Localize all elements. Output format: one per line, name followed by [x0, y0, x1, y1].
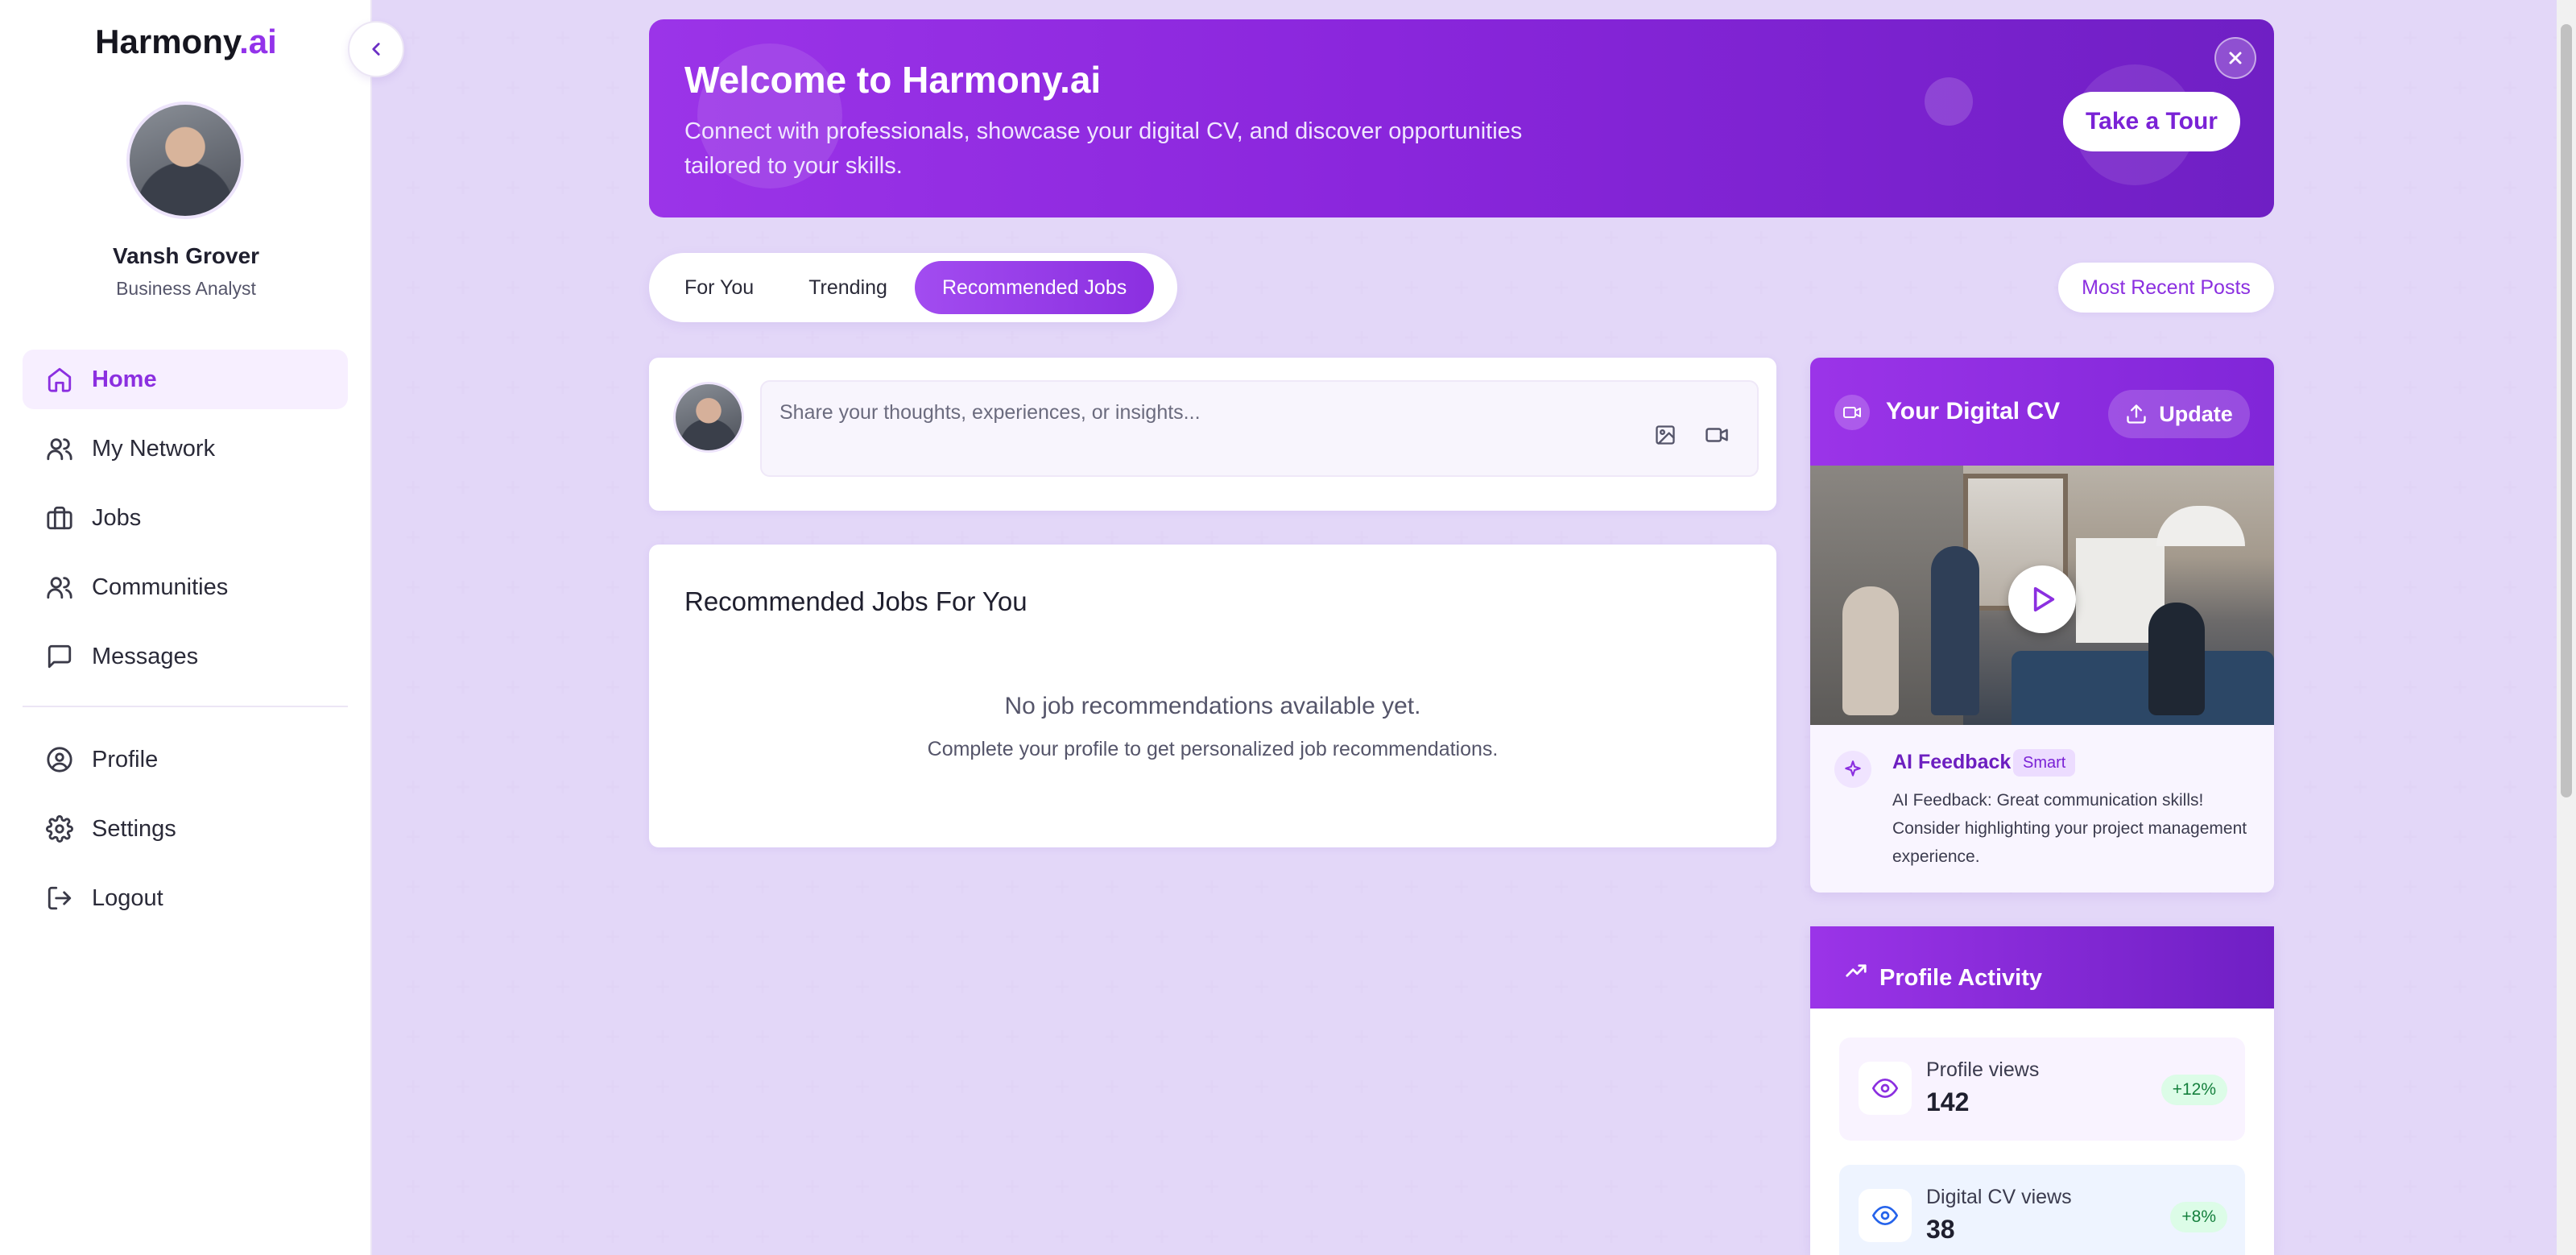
home-icon	[45, 365, 74, 394]
nav-item-jobs[interactable]: Jobs	[23, 488, 348, 548]
nav-label: Jobs	[92, 504, 142, 531]
user-role: Business Analyst	[116, 278, 256, 299]
digital-cv-header: Your Digital CV Update	[1810, 358, 2274, 466]
nav-item-settings[interactable]: Settings	[23, 799, 348, 859]
eye-icon	[1859, 1189, 1912, 1242]
post-input-placeholder: Share your thoughts, experiences, or ins…	[779, 401, 1201, 424]
digital-cv-title: Your Digital CV	[1886, 398, 2061, 425]
sparkles-icon	[1834, 751, 1871, 788]
photo-part	[2156, 506, 2245, 546]
stat-value: 38	[1926, 1215, 1955, 1244]
tab-recommended-jobs[interactable]: Recommended Jobs	[914, 261, 1155, 314]
nav-item-profile[interactable]: Profile	[23, 730, 348, 789]
nav-item-home[interactable]: Home	[23, 350, 348, 409]
update-cv-button[interactable]: Update	[2108, 390, 2250, 438]
profile-activity-title: Profile Activity	[1879, 965, 2042, 991]
photo-part	[2012, 651, 2274, 725]
photo-part	[1842, 586, 1899, 715]
ai-feedback-text: AI Feedback: Great communication skills!…	[1892, 791, 2247, 866]
photo-part	[2148, 603, 2205, 715]
nav-label: Profile	[92, 746, 159, 772]
briefcase-icon	[45, 503, 74, 532]
jobs-empty-message: No job recommendations available yet.	[1004, 693, 1421, 719]
nav-item-logout[interactable]: Logout	[23, 868, 348, 928]
nav-label: Messages	[92, 643, 199, 669]
video-icon[interactable]	[1702, 420, 1731, 449]
gear-icon	[45, 814, 74, 843]
users-icon	[45, 434, 74, 463]
nav-item-messages[interactable]: Messages	[23, 627, 348, 686]
photo-part	[1931, 546, 1979, 715]
users-icon	[45, 573, 74, 602]
profile-activity-card: Profile Activity Profile views 142 +12% …	[1810, 926, 2274, 1255]
nav-label: Logout	[92, 884, 163, 911]
take-a-tour-button[interactable]: Take a Tour	[2063, 92, 2240, 151]
app-logo[interactable]: Harmony.ai	[0, 23, 372, 61]
close-icon	[2229, 52, 2242, 64]
post-input[interactable]: Share your thoughts, experiences, or ins…	[760, 380, 1759, 477]
logo-main: Harmony	[95, 23, 240, 60]
stat-change-badge: +12%	[2160, 1075, 2227, 1105]
welcome-banner: Welcome to Harmony.ai Connect with profe…	[649, 19, 2274, 217]
image-icon[interactable]	[1651, 420, 1680, 449]
stat-profile-views: Profile views 142 +12%	[1839, 1038, 2245, 1141]
upload-icon	[2125, 403, 2148, 425]
main-nav: Home My Network Jobs Communities Message…	[23, 350, 348, 938]
digital-cv-card: Your Digital CV Update AI Feedback Smart…	[1810, 358, 2274, 893]
user-circle-icon	[45, 745, 74, 774]
post-composer: Share your thoughts, experiences, or ins…	[649, 358, 1776, 511]
play-icon	[2033, 586, 2055, 612]
smart-badge: Smart	[2013, 749, 2076, 777]
stat-digital-cv-views: Digital CV views 38 +8%	[1839, 1165, 2245, 1255]
nav-label: Settings	[92, 815, 176, 842]
tab-for-you[interactable]: For You	[657, 261, 781, 314]
sidebar: Harmony.ai Vansh Grover Business Analyst…	[0, 0, 372, 1255]
message-icon	[45, 642, 74, 671]
nav-label: My Network	[92, 435, 216, 462]
cv-video-thumbnail[interactable]	[1810, 466, 2274, 725]
banner-subtitle: Connect with professionals, showcase you…	[684, 118, 1523, 179]
tab-trending[interactable]: Trending	[781, 261, 915, 314]
nav-label: Home	[92, 366, 157, 392]
ai-feedback-title: AI Feedback	[1892, 751, 2012, 773]
user-name: Vansh Grover	[112, 243, 260, 268]
recommended-jobs-card: Recommended Jobs For You No job recommen…	[649, 545, 1776, 847]
close-banner-button[interactable]	[2214, 37, 2256, 79]
nav-divider	[23, 706, 348, 707]
nav-label: Communities	[92, 574, 229, 600]
nav-item-my-network[interactable]: My Network	[23, 419, 348, 478]
chevron-left-icon	[372, 43, 380, 56]
nav-item-communities[interactable]: Communities	[23, 557, 348, 617]
scrollbar-thumb[interactable]	[2561, 24, 2572, 797]
update-label: Update	[2159, 401, 2233, 426]
collapse-sidebar-button[interactable]	[348, 21, 404, 77]
stat-label: Digital CV views	[1926, 1186, 2072, 1208]
banner-title: Welcome to Harmony.ai	[684, 59, 1102, 101]
video-camera-icon	[1834, 395, 1870, 430]
stat-change-badge: +8%	[2170, 1202, 2227, 1232]
most-recent-posts-button[interactable]: Most Recent Posts	[2058, 263, 2274, 313]
eye-icon	[1859, 1062, 1912, 1115]
logo-accent: .ai	[239, 23, 277, 60]
user-avatar[interactable]	[126, 101, 244, 219]
stat-value: 142	[1926, 1087, 1970, 1116]
play-button[interactable]	[2008, 565, 2076, 633]
trending-up-icon	[1844, 959, 1868, 983]
feed-tabs: For You Trending Recommended Jobs	[649, 253, 1177, 322]
composer-avatar	[673, 382, 744, 453]
decor-bubble	[1925, 77, 1973, 126]
stat-label: Profile views	[1926, 1058, 2040, 1081]
page-scrollbar[interactable]	[2557, 0, 2576, 1255]
recommended-jobs-title: Recommended Jobs For You	[684, 586, 1028, 616]
jobs-empty-hint: Complete your profile to get personalize…	[927, 738, 1499, 760]
profile-activity-header: Profile Activity	[1810, 926, 2274, 1009]
logout-icon	[45, 884, 74, 913]
